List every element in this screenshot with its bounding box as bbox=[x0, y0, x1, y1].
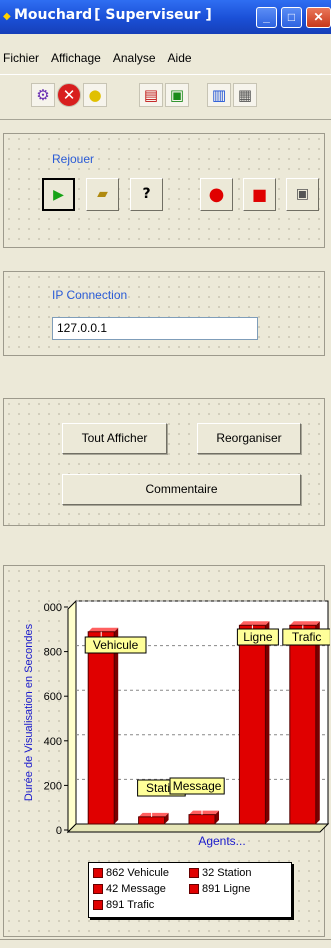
bar-vehicule bbox=[87, 631, 115, 825]
report-icon[interactable]: ▤ bbox=[139, 83, 163, 107]
window-title: Mouchard[ Superviseur ] bbox=[14, 7, 212, 23]
bar-ligne bbox=[238, 624, 266, 825]
ip-address-input[interactable]: 127.0.0.1 bbox=[52, 317, 258, 340]
bar-top-vehicule bbox=[88, 627, 119, 632]
callout-label: Ligne bbox=[243, 630, 273, 644]
menu-aide[interactable]: Aide bbox=[168, 48, 192, 68]
comment-button[interactable]: Commentaire bbox=[62, 474, 301, 505]
toolbar: ⚙ ✕ ● ▤ ▣ ▥ ▦ bbox=[0, 74, 331, 120]
play-icon[interactable]: ▶ bbox=[42, 178, 75, 211]
bar-top-ligne bbox=[239, 621, 270, 626]
minimize-icon[interactable]: _ bbox=[256, 7, 277, 28]
save-disk-icon[interactable]: ▣ bbox=[286, 178, 319, 211]
legend-item-ligne: 891 Ligne bbox=[189, 883, 250, 895]
x-axis-label: Agents... bbox=[198, 834, 245, 848]
help-question-label: ? bbox=[142, 186, 151, 202]
monitor-green-icon[interactable]: ▣ bbox=[165, 83, 189, 107]
menu-affichage[interactable]: Affichage bbox=[51, 48, 101, 68]
lightbulb-icon[interactable]: ● bbox=[83, 83, 107, 107]
legend-item-message: 42 Message bbox=[93, 883, 189, 895]
actions-panel bbox=[3, 398, 325, 526]
bar-top-trafic bbox=[289, 621, 320, 626]
bar-station bbox=[138, 816, 166, 825]
stop-icon[interactable]: ■ bbox=[243, 178, 276, 211]
bottom-divider bbox=[0, 939, 331, 940]
chart-legend: 862 Vehicule 32 Station 42 Message 891 L… bbox=[88, 862, 292, 918]
title-bar: ◆ Mouchard[ Superviseur ] _ □ ✕ bbox=[0, 0, 331, 34]
chart-side-wall bbox=[67, 599, 77, 834]
chart-floor bbox=[66, 823, 330, 833]
open-folder-icon[interactable]: ▰ bbox=[86, 178, 119, 211]
bar-side-trafic bbox=[315, 621, 320, 824]
menu-fichier[interactable]: Fichier bbox=[3, 48, 39, 68]
maximize-icon[interactable]: □ bbox=[281, 7, 302, 28]
callout-label: Vehicule bbox=[93, 638, 139, 652]
y-tick-label: 600 bbox=[44, 691, 62, 703]
settings-gear-icon[interactable]: ⚙ bbox=[31, 83, 55, 107]
bar-message bbox=[188, 814, 216, 825]
bar-top-station bbox=[138, 812, 169, 817]
window-subtitle: [ Superviseur ] bbox=[94, 7, 212, 23]
menu-analyse[interactable]: Analyse bbox=[113, 48, 156, 68]
menu-bar: Fichier Affichage Analyse Aide bbox=[0, 48, 331, 68]
replay-label: Rejouer bbox=[52, 152, 95, 166]
help-question-icon[interactable]: ? bbox=[130, 178, 163, 211]
y-tick-label: 800 bbox=[44, 647, 62, 659]
callout-label: Trafic bbox=[292, 630, 322, 644]
grid-icon[interactable]: ▦ bbox=[233, 83, 257, 107]
y-tick-label: 000 bbox=[44, 602, 62, 614]
chart-icon[interactable]: ▥ bbox=[207, 83, 231, 107]
bar-trafic bbox=[289, 624, 317, 825]
show-all-button[interactable]: Tout Afficher bbox=[62, 423, 167, 454]
ip-connection-label: IP Connection bbox=[52, 288, 128, 302]
y-tick-label: 0 bbox=[56, 825, 62, 837]
record-icon[interactable]: ● bbox=[200, 178, 233, 211]
y-tick-label: 200 bbox=[44, 780, 62, 792]
legend-item-vehicule: 862 Vehicule bbox=[93, 867, 189, 879]
ip-connection-panel: IP Connection bbox=[3, 271, 325, 356]
legend-item-station: 32 Station bbox=[189, 867, 252, 879]
callout-label: Message bbox=[173, 779, 222, 793]
bar-side-vehicule bbox=[114, 627, 119, 824]
y-axis-label: Durée de Visualisation en Secondes bbox=[23, 623, 35, 801]
bar-top-message bbox=[189, 810, 219, 815]
stop-red-x-icon[interactable]: ✕ bbox=[57, 83, 81, 107]
close-icon[interactable]: ✕ bbox=[306, 7, 331, 28]
reorganize-button[interactable]: Reorganiser bbox=[197, 423, 301, 454]
bar-side-ligne bbox=[265, 621, 270, 824]
y-tick-label: 400 bbox=[44, 736, 62, 748]
legend-item-trafic: 891 Trafic bbox=[93, 899, 154, 911]
